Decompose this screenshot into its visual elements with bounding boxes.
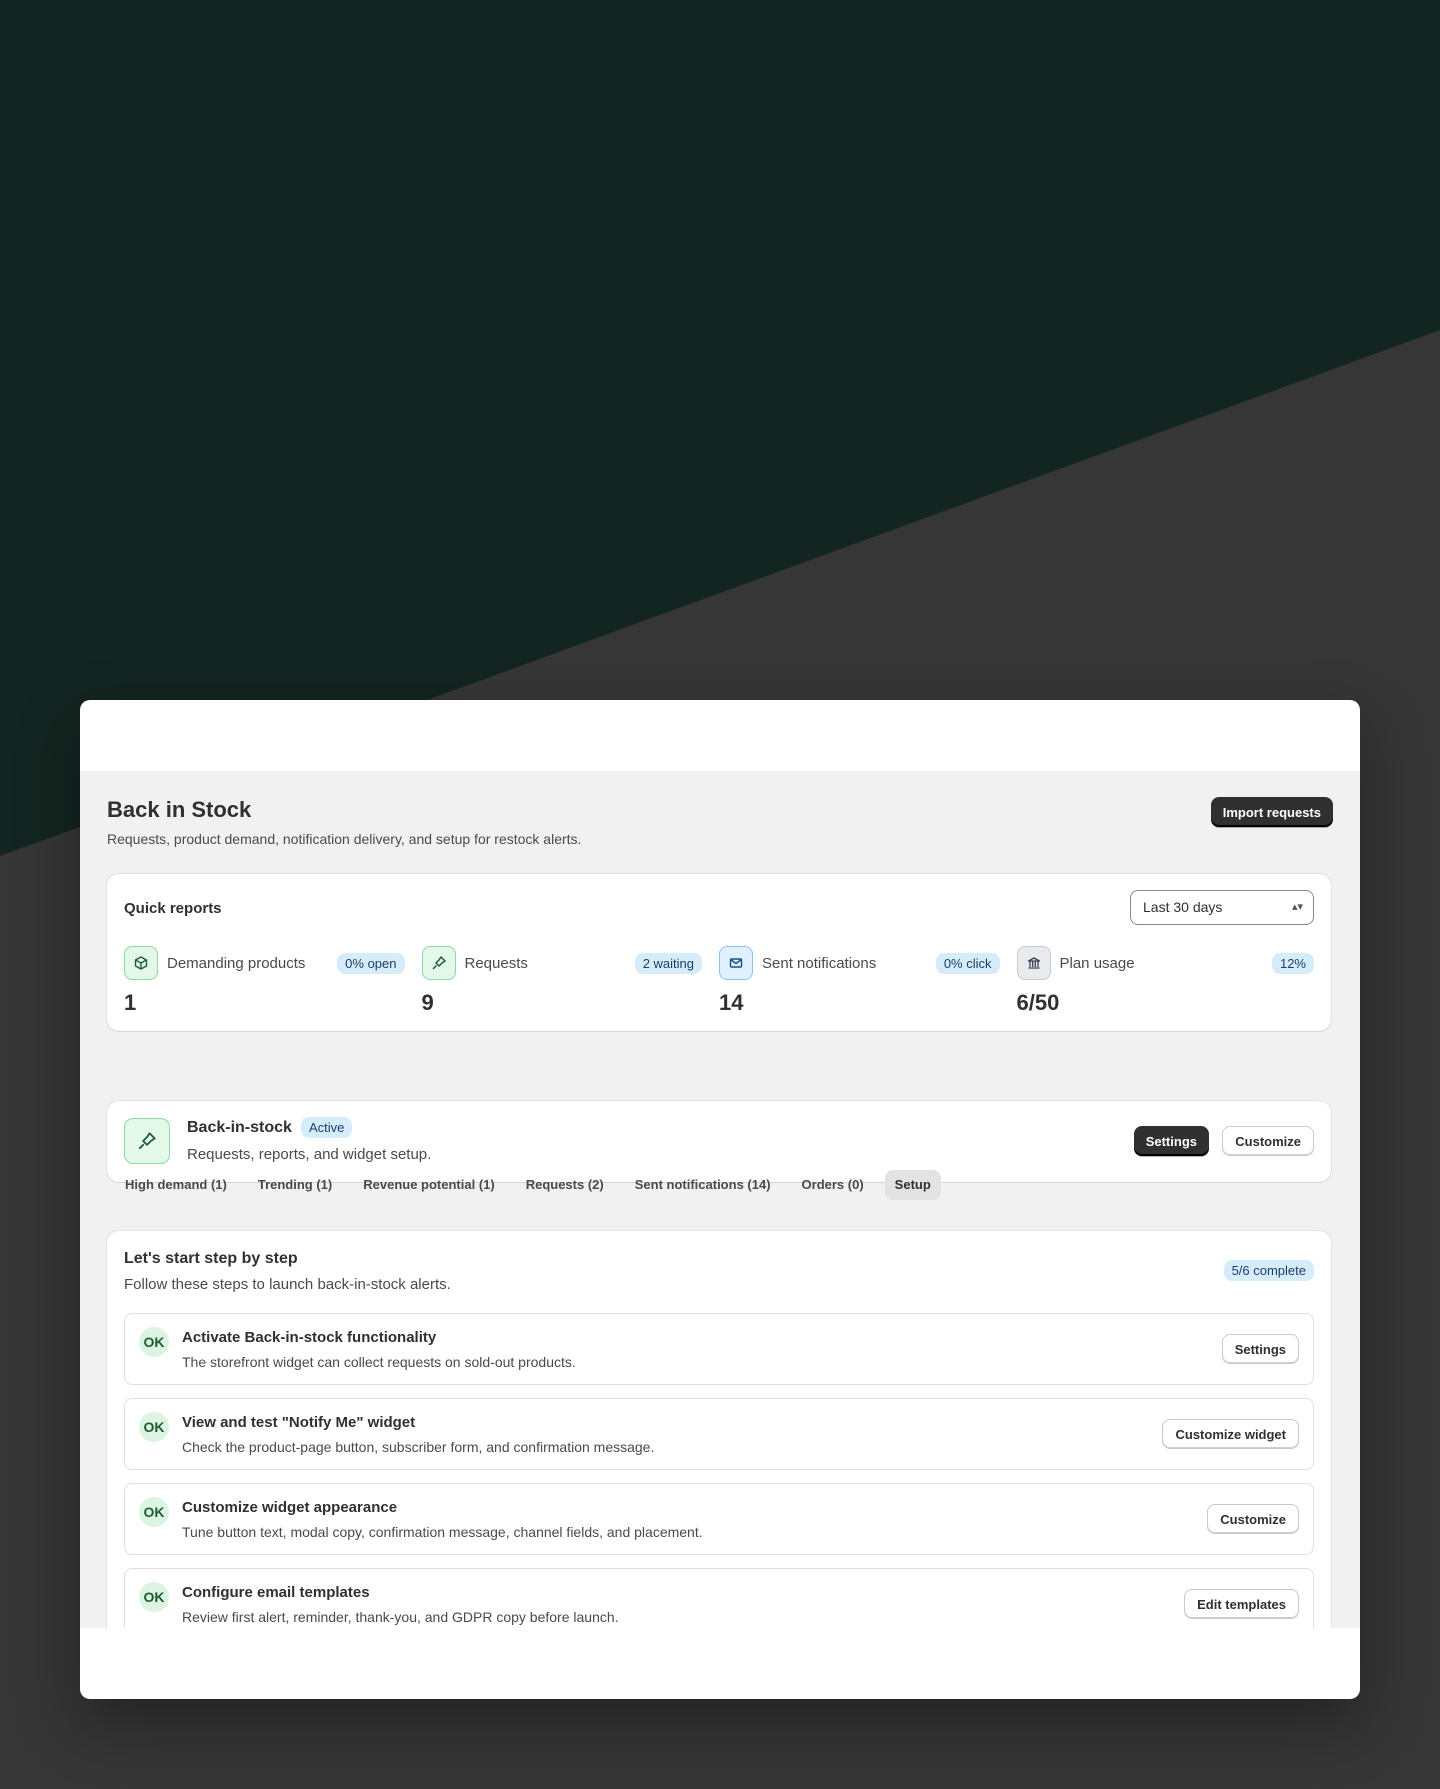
step-title: Configure email templates — [182, 1584, 370, 1601]
step-title: Customize widget appearance — [182, 1499, 398, 1516]
feature-subtitle: Requests, reports, and widget setup. — [187, 1146, 432, 1163]
step-description: Check the product-page button, subscribe… — [182, 1439, 655, 1455]
metric-badge: 0% open — [337, 953, 405, 974]
tab-orders[interactable]: Orders (0) — [792, 1170, 874, 1200]
tab-trending[interactable]: Trending (1) — [248, 1170, 342, 1200]
setup-title: Let's start step by step — [124, 1250, 298, 1267]
page-subtitle: Requests, product demand, notification d… — [107, 831, 582, 847]
metric-badge: 2 waiting — [634, 953, 702, 974]
date-range-select[interactable]: Last 30 days ▴▾ — [1130, 890, 1314, 925]
metric-value: 6/50 — [1016, 990, 1060, 1015]
box-icon — [124, 946, 158, 980]
metric-badge: 12% — [1271, 953, 1314, 974]
metric-label: Requests — [464, 955, 528, 972]
metrics-row: Demanding products 0% open 1 Requests 2 … — [124, 946, 1314, 1016]
progress-badge: 5/6 complete — [1223, 1260, 1314, 1281]
setup-step: OK View and test "Notify Me" widget Chec… — [124, 1398, 1314, 1470]
setup-card: Let's start step by step Follow these st… — [107, 1231, 1331, 1628]
setup-steps: OK Activate Back-in-stock functionality … — [124, 1313, 1314, 1628]
app-window: Back in Stock Requests, product demand, … — [80, 700, 1360, 1699]
metric-sent-notifications[interactable]: Sent notifications 0% click 14 — [719, 946, 1017, 1016]
app-viewport: Back in Stock Requests, product demand, … — [80, 771, 1360, 1628]
report-tabs: High demand (1) Trending (1) Revenue pot… — [115, 1170, 950, 1200]
status-badge: Active — [301, 1117, 353, 1138]
quick-reports-card: Quick reports Last 30 days ▴▾ Demanding … — [107, 874, 1331, 1031]
setup-step: OK Activate Back-in-stock functionality … — [124, 1313, 1314, 1385]
metric-label: Demanding products — [167, 955, 306, 972]
step-description: Tune button text, modal copy, confirmati… — [182, 1524, 703, 1540]
pin-icon — [421, 946, 456, 980]
settings-button[interactable]: Settings — [1133, 1126, 1209, 1156]
page-title: Back in Stock — [107, 797, 252, 822]
step-status-badge: OK — [139, 1327, 169, 1357]
date-range-value: Last 30 days — [1143, 899, 1223, 915]
tab-high-demand[interactable]: High demand (1) — [115, 1170, 237, 1200]
metric-value: 1 — [124, 990, 137, 1015]
setup-subtitle: Follow these steps to launch back-in-sto… — [124, 1276, 451, 1293]
setup-step: OK Configure email templates Review firs… — [124, 1568, 1314, 1628]
select-chevron-icon: ▴▾ — [1291, 901, 1303, 913]
tab-setup[interactable]: Setup — [884, 1170, 941, 1200]
metric-label: Sent notifications — [762, 955, 877, 972]
step-edit-templates-button[interactable]: Edit templates — [1184, 1589, 1299, 1619]
step-description: The storefront widget can collect reques… — [182, 1354, 576, 1370]
metric-demanding-products[interactable]: Demanding products 0% open 1 — [124, 946, 422, 1016]
step-description: Review first alert, reminder, thank-you,… — [182, 1609, 619, 1625]
page-header: Back in Stock Requests, product demand, … — [107, 797, 1333, 847]
step-title: View and test "Notify Me" widget — [182, 1414, 416, 1431]
quick-reports-title: Quick reports — [124, 900, 222, 917]
pin-icon — [124, 1118, 170, 1164]
bank-icon — [1016, 946, 1051, 980]
metric-label: Plan usage — [1059, 955, 1135, 972]
mail-icon — [719, 946, 753, 980]
step-title: Activate Back-in-stock functionality — [182, 1329, 437, 1346]
step-customize-widget-button[interactable]: Customize widget — [1162, 1419, 1299, 1449]
step-status-badge: OK — [139, 1412, 169, 1442]
step-status-badge: OK — [139, 1497, 169, 1527]
metric-plan-usage[interactable]: Plan usage 12% 6/50 — [1016, 946, 1314, 1016]
tab-revenue-potential[interactable]: Revenue potential (1) — [353, 1170, 504, 1200]
feature-title: Back-in-stock — [187, 1119, 292, 1136]
tab-requests[interactable]: Requests (2) — [516, 1170, 614, 1200]
step-status-badge: OK — [139, 1582, 169, 1612]
step-settings-button[interactable]: Settings — [1221, 1334, 1299, 1364]
metric-value: 14 — [719, 990, 744, 1015]
setup-step: OK Customize widget appearance Tune butt… — [124, 1483, 1314, 1555]
metric-requests[interactable]: Requests 2 waiting 9 — [421, 946, 720, 1016]
tab-sent-notifications[interactable]: Sent notifications (14) — [625, 1170, 781, 1200]
customize-button[interactable]: Customize — [1222, 1126, 1314, 1156]
step-customize-button[interactable]: Customize — [1207, 1504, 1299, 1534]
metric-badge: 0% click — [935, 953, 1000, 974]
metric-value: 9 — [421, 990, 434, 1015]
import-requests-button[interactable]: Import requests — [1210, 797, 1333, 827]
